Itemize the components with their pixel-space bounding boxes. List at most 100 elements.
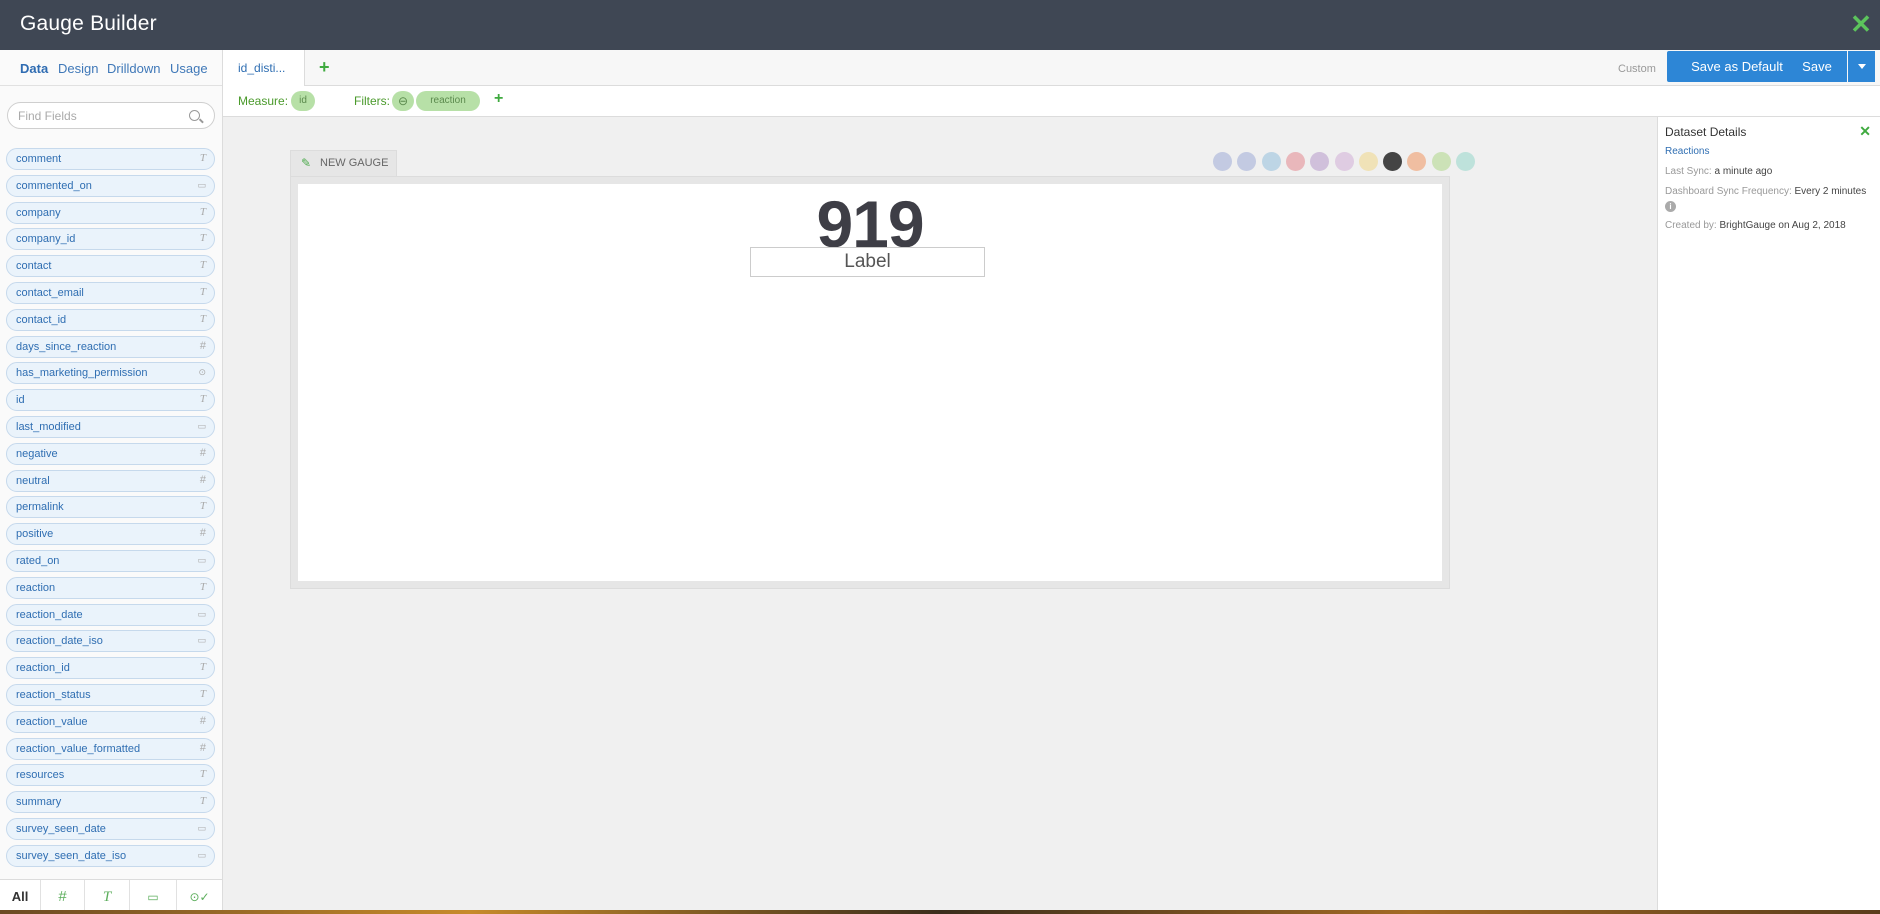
table-icon[interactable]	[1237, 152, 1257, 171]
list-icon[interactable]	[1358, 152, 1378, 171]
tab-design[interactable]: Design	[58, 61, 98, 76]
field-item[interactable]: reaction_value_formatted #	[6, 737, 215, 760]
field-item[interactable]: commented_on ▭	[6, 174, 215, 197]
title-bar: Gauge Builder ✕	[0, 0, 1880, 50]
created-by-label: Created by:	[1665, 220, 1717, 231]
desktop-background-strip	[0, 910, 1880, 914]
field-item[interactable]: reaction_id T	[6, 657, 215, 680]
number-type-icon: #	[199, 741, 206, 754]
text-type-icon: T	[199, 232, 206, 245]
save-as-default-button[interactable]: Save as Default	[1667, 51, 1807, 82]
filter-number-icon[interactable]: #	[41, 880, 85, 914]
save-button[interactable]: Save	[1787, 51, 1847, 82]
gauge-canvas: ✎ NEW GAUGE 919	[223, 117, 1657, 914]
field-name: reaction_id	[16, 662, 70, 675]
field-item[interactable]: reaction_date ▭	[6, 603, 215, 626]
tab-data[interactable]: Data	[20, 61, 48, 76]
close-icon[interactable]: ✕	[1848, 11, 1874, 37]
boolean-type-icon: ⊙	[198, 368, 206, 379]
field-name: survey_seen_date_iso	[16, 849, 127, 862]
text-type-icon: T	[199, 152, 206, 164]
grid-icon[interactable]	[1431, 152, 1451, 171]
field-item[interactable]: rated_on ▭	[6, 550, 215, 572]
text-type-icon: T	[199, 500, 206, 513]
field-item[interactable]: negative #	[6, 442, 215, 465]
field-item[interactable]: survey_seen_date_iso ▭	[6, 844, 215, 867]
number-icon[interactable]	[1383, 152, 1403, 171]
dataset-details-panel: Dataset Details ✕ Reactions Last Sync: a…	[1657, 117, 1880, 914]
line-chart-icon[interactable]	[1285, 152, 1305, 171]
field-item[interactable]: survey_seen_date ▭	[6, 818, 215, 840]
date-type-icon: ▭	[197, 850, 206, 861]
text-type-icon: T	[199, 768, 206, 781]
close-panel-icon[interactable]: ✕	[1859, 123, 1871, 140]
field-name: summary	[16, 796, 62, 809]
field-name: permalink	[16, 501, 64, 514]
field-item[interactable]: id T	[6, 389, 215, 412]
field-name: contact_id	[16, 313, 67, 326]
field-item[interactable]: neutral #	[6, 469, 215, 492]
field-item[interactable]: company_id T	[6, 228, 215, 251]
field-item[interactable]: reaction_status T	[6, 684, 215, 706]
field-item[interactable]: contact T	[6, 255, 215, 278]
field-item[interactable]: contact_id T	[6, 308, 215, 331]
gauge-tab[interactable]: id_disti...	[223, 50, 305, 86]
filter-boolean-icon[interactable]: ⊙✓	[177, 880, 222, 914]
gauge-icon[interactable]	[1407, 152, 1427, 171]
field-name: last_modified	[16, 421, 81, 433]
field-item[interactable]: resources T	[6, 764, 215, 787]
field-name: has_marketing_permission	[16, 367, 148, 380]
field-item[interactable]: last_modified ▭	[6, 416, 215, 438]
gauge-title-tab[interactable]: ✎ NEW GAUGE	[290, 150, 397, 176]
camera-icon[interactable]	[1213, 152, 1232, 171]
field-item[interactable]: reaction_date_iso ▭	[6, 630, 215, 653]
field-name: neutral	[16, 474, 50, 487]
app-title: Gauge Builder	[20, 12, 157, 35]
field-item[interactable]: reaction_value #	[6, 710, 215, 733]
pie-chart-icon[interactable]	[1310, 152, 1330, 171]
find-fields-input[interactable]	[18, 107, 183, 125]
field-name: reaction_date	[16, 608, 83, 621]
last-sync-row: Last Sync: a minute ago	[1665, 166, 1772, 177]
text-type-icon: T	[199, 286, 206, 298]
date-type-icon: ▭	[197, 422, 206, 432]
text-type-icon: T	[199, 259, 206, 272]
text-type-icon: T	[199, 312, 206, 325]
field-item[interactable]: company T	[6, 201, 215, 224]
field-item[interactable]: permalink T	[6, 496, 215, 519]
search-icon[interactable]	[189, 110, 200, 121]
sync-frequency-value: Every 2 minutes	[1794, 186, 1867, 197]
filter-text-icon[interactable]: T	[85, 880, 130, 914]
filter-all-button[interactable]: All	[0, 880, 41, 914]
save-dropdown-icon[interactable]	[1848, 51, 1875, 82]
info-icon[interactable]: i	[1665, 201, 1676, 212]
horizontal-bar-icon[interactable]	[1334, 152, 1354, 171]
date-type-icon: ▭	[197, 824, 206, 834]
custom-label: Custom	[1618, 63, 1656, 75]
date-type-icon: ▭	[197, 180, 206, 191]
filter-date-icon[interactable]: ▭	[130, 880, 177, 914]
field-list[interactable]: comment T commented_on ▭ company T company_id T…	[0, 142, 222, 879]
add-filter-icon[interactable]: +	[494, 90, 503, 108]
gauge-body: 919	[298, 184, 1442, 581]
add-tab-icon[interactable]: +	[319, 57, 330, 78]
field-item[interactable]: summary T	[6, 791, 215, 814]
funnel-icon[interactable]	[1456, 152, 1475, 171]
field-item[interactable]: contact_email T	[6, 282, 215, 304]
filter-pill[interactable]: reaction	[416, 91, 480, 111]
field-item[interactable]: positive #	[6, 523, 215, 546]
bar-chart-icon[interactable]	[1261, 152, 1281, 171]
gauge-label-input[interactable]	[750, 247, 985, 277]
field-name: negative	[16, 447, 58, 460]
tab-usage[interactable]: Usage	[170, 61, 208, 76]
number-type-icon: #	[199, 446, 206, 459]
created-by-row: Created by: BrightGauge on Aug 2, 2018	[1665, 220, 1846, 231]
field-item[interactable]: reaction T	[6, 576, 215, 599]
field-item[interactable]: comment T	[6, 148, 215, 170]
dataset-name-link[interactable]: Reactions	[1665, 146, 1709, 157]
filter-remove-icon[interactable]: ⊖	[392, 91, 414, 111]
field-item[interactable]: has_marketing_permission ⊙	[6, 362, 215, 385]
measure-pill[interactable]: id	[291, 91, 315, 111]
tab-drilldown[interactable]: Drilldown	[107, 61, 160, 76]
field-item[interactable]: days_since_reaction #	[6, 335, 215, 358]
